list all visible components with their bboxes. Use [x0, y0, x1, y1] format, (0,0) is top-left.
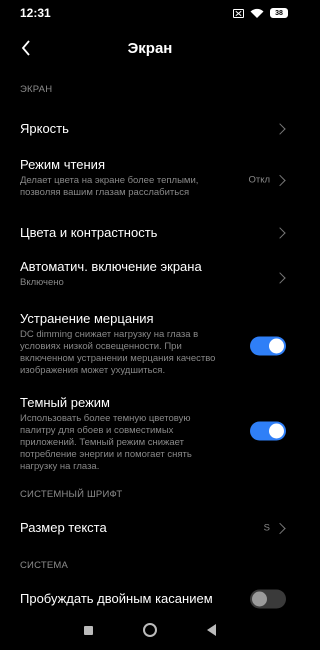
status-icons: 38 — [233, 8, 288, 19]
double-tap-label: Пробуждать двойным касанием — [20, 591, 213, 606]
flicker-label: Устранение мерцания — [20, 311, 154, 326]
auto-wake-right — [274, 272, 286, 284]
status-time: 12:31 — [20, 6, 51, 20]
auto-wake-status: Включено — [20, 277, 64, 288]
home-icon[interactable] — [143, 623, 157, 637]
dark-mode-description: Использовать более темную цветовую палит… — [20, 413, 192, 472]
back-arrow-icon — [21, 40, 30, 56]
reading-mode-right: Откл — [248, 174, 286, 186]
chevron-right-icon — [274, 272, 286, 284]
text-size-row[interactable]: Размер текста S — [0, 510, 300, 546]
text-size-label: Размер текста — [20, 520, 107, 535]
double-tap-right — [250, 589, 286, 609]
section-title-system: СИСТЕМА — [20, 560, 69, 571]
dark-mode-label: Темный режим — [20, 395, 110, 410]
toggle-knob — [269, 338, 284, 354]
battery-level: 38 — [275, 9, 283, 17]
toggle-knob — [269, 423, 284, 439]
no-sim-icon — [233, 8, 244, 18]
navigation-bar — [0, 610, 300, 650]
double-tap-toggle[interactable] — [250, 589, 286, 609]
back-button[interactable] — [14, 34, 38, 62]
brightness-label: Яркость — [20, 121, 69, 136]
chevron-right-icon — [274, 174, 286, 186]
section-title-screen: ЭКРАН — [20, 84, 53, 95]
text-size-right: S — [263, 522, 286, 534]
recents-icon[interactable] — [84, 625, 93, 635]
auto-wake-label: Автоматич. включение экрана — [20, 259, 202, 274]
toggle-knob — [252, 591, 267, 607]
flicker-row[interactable]: Устранение мерцания DC dimming снижает н… — [0, 311, 300, 381]
section-title-font: СИСТЕМНЫЙ ШРИФТ — [20, 489, 123, 500]
header: Экран — [0, 30, 300, 66]
flicker-right — [250, 336, 286, 356]
colors-contrast-row[interactable]: Цвета и контрастность — [0, 217, 300, 249]
text-size-value: S — [263, 522, 270, 534]
back-nav-icon[interactable] — [207, 624, 216, 636]
chevron-right-icon — [274, 522, 286, 534]
battery-icon: 38 — [270, 8, 288, 18]
flicker-toggle[interactable] — [250, 336, 286, 356]
brightness-row[interactable]: Яркость — [0, 113, 300, 145]
dark-mode-right — [250, 421, 286, 441]
page-title: Экран — [127, 39, 173, 57]
reading-mode-row[interactable]: Режим чтения Делает цвета на экране боле… — [0, 157, 300, 203]
auto-wake-row[interactable]: Автоматич. включение экрана Включено — [0, 259, 300, 297]
flicker-description: DC dimming снижает нагрузку на глаза в у… — [20, 329, 216, 376]
wifi-icon — [250, 8, 264, 18]
brightness-right — [274, 123, 286, 135]
colors-contrast-label: Цвета и контрастность — [20, 225, 158, 240]
chevron-right-icon — [274, 227, 286, 239]
dark-mode-toggle[interactable] — [250, 421, 286, 441]
colors-contrast-right — [274, 227, 286, 239]
reading-mode-label: Режим чтения — [20, 157, 105, 172]
dark-mode-row[interactable]: Темный режим Использовать более темную ц… — [0, 395, 300, 472]
chevron-right-icon — [274, 123, 286, 135]
reading-mode-value: Откл — [248, 174, 270, 186]
status-bar: 12:31 38 — [0, 0, 300, 26]
reading-mode-description: Делает цвета на экране более теплыми, по… — [20, 175, 199, 198]
